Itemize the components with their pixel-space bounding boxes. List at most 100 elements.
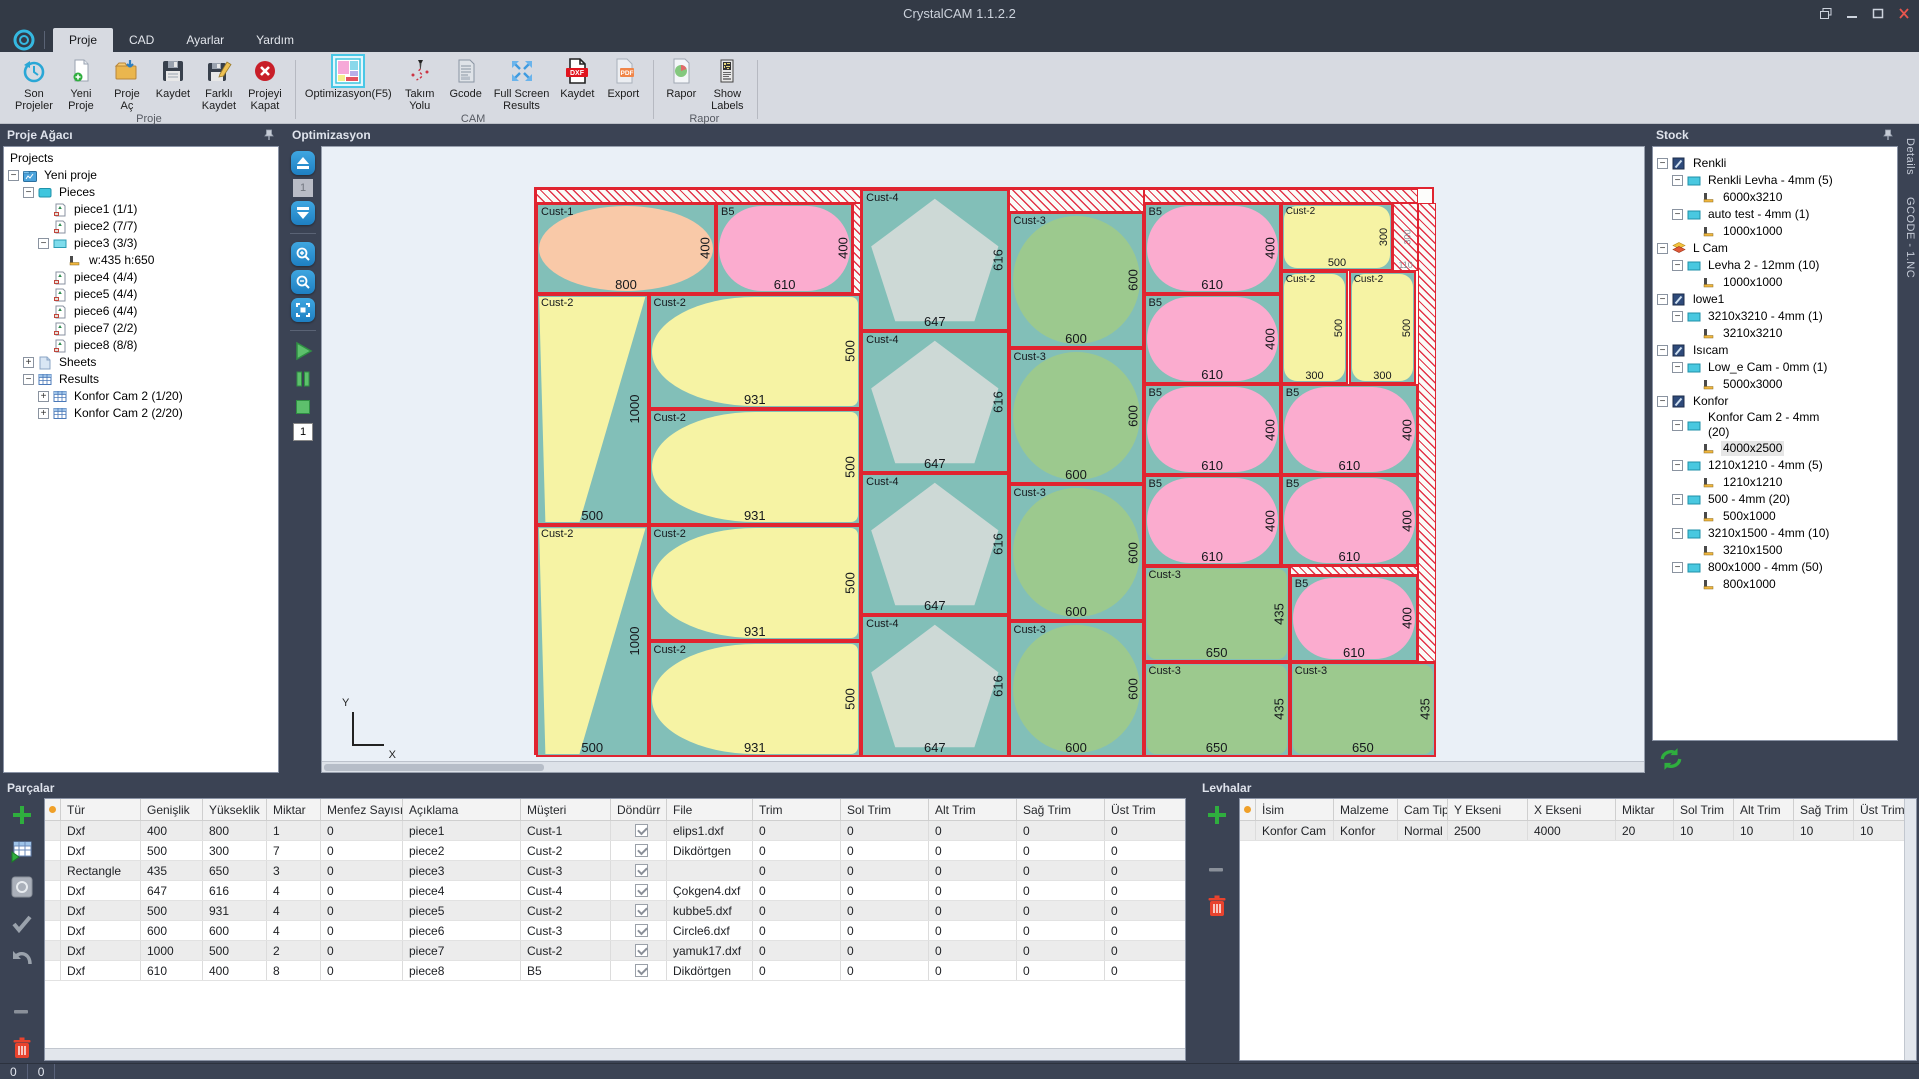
piece-b5[interactable]: B5610400 (1144, 203, 1281, 294)
rotate-checkbox[interactable] (635, 944, 648, 957)
column-header-müşteri[interactable]: Müşteri (521, 799, 611, 820)
stock-tree-item-800x1000[interactable]: 800x1000 (1653, 576, 1897, 593)
rotate-checkbox[interactable] (635, 844, 648, 857)
zoom-in-button[interactable] (291, 242, 315, 266)
undo-button[interactable] (10, 947, 34, 974)
column-header-trim[interactable]: Trim (753, 799, 841, 820)
ribbon-button-full-screen-results[interactable]: Full Screen Results (491, 55, 553, 113)
piece-cust-2[interactable]: Cust-2931500 (649, 409, 862, 525)
pin-icon[interactable] (1882, 129, 1894, 141)
stock-tree-item-3210x1500-4mm-10[interactable]: −3210x1500 - 4mm (10) (1653, 525, 1897, 542)
column-header-y-ekseni[interactable]: Y Ekseni (1448, 799, 1528, 820)
piece-cust-3[interactable]: Cust-3600600 (1009, 348, 1144, 484)
piece-b5[interactable]: B5610400 (1144, 384, 1281, 475)
column-header-sol-trim[interactable]: Sol Trim (1674, 799, 1734, 820)
expander-icon[interactable]: − (1672, 528, 1683, 539)
piece-b5[interactable]: B5610400 (716, 203, 853, 294)
stock-tree-item-lowe1[interactable]: −lowe1 (1653, 291, 1897, 308)
pause-button[interactable] (291, 367, 315, 391)
stock-tree-item-6000x3210[interactable]: 6000x3210 (1653, 189, 1897, 206)
pieces-table-row[interactable]: Rectangle43565030piece3Cust-300000 (45, 861, 1185, 881)
piece-cust-2[interactable]: Cust-25001000 (536, 525, 649, 757)
expander-icon[interactable]: − (38, 238, 49, 249)
expander-icon[interactable]: − (23, 374, 34, 385)
zoom-out-button[interactable] (291, 270, 315, 294)
project-tree-item-pieces[interactable]: −Pieces (4, 184, 278, 201)
rotate-checkbox[interactable] (635, 864, 648, 877)
stock-tree-item-konfor-cam-2-4mm-20[interactable]: −Konfor Cam 2 - 4mm (20) (1653, 410, 1897, 440)
restore-button[interactable] (1817, 6, 1835, 20)
project-tree-item-piece3-3-3[interactable]: −piece3 (3/3) (4, 235, 278, 252)
rotate-checkbox[interactable] (635, 884, 648, 897)
piece-cust-4[interactable]: Cust-4647616 (861, 615, 1008, 757)
ribbon-button-proje-aç[interactable]: Proje Aç (106, 55, 148, 113)
piece-cust-2[interactable]: Cust-2931500 (649, 641, 862, 757)
rotate-checkbox[interactable] (635, 964, 648, 977)
menu-tab-yardım[interactable]: Yardım (240, 28, 310, 52)
project-tree-item-piece4-4-4[interactable]: piece4 (4/4) (4, 269, 278, 286)
piece-cust-3[interactable]: Cust-3650435 (1290, 662, 1436, 757)
rotate-checkbox[interactable] (635, 824, 648, 837)
piece-cust-3[interactable]: Cust-3600600 (1009, 621, 1144, 757)
project-tree-item-sheets[interactable]: +Sheets (4, 354, 278, 371)
piece-cust-3[interactable]: Cust-3600600 (1009, 212, 1144, 348)
ribbon-button-takım-yolu[interactable]: Takım Yolu (399, 55, 441, 113)
column-header-genişlik[interactable]: Genişlik (141, 799, 203, 820)
ribbon-button-farklı-kaydet[interactable]: Farklı Kaydet (198, 55, 240, 113)
rotate-checkbox[interactable] (635, 924, 648, 937)
column-header-i-sim[interactable]: İsim (1256, 799, 1334, 820)
optimization-canvas[interactable]: 110300Cust-1800400B5610400Cust-25001000C… (321, 146, 1645, 773)
expander-icon[interactable]: − (1672, 260, 1683, 271)
pieces-table-row[interactable]: Dxf50093140piece5Cust-2kubbe5.dxf00000 (45, 901, 1185, 921)
stop-button[interactable] (291, 395, 315, 419)
app-logo-icon[interactable] (10, 28, 38, 52)
pieces-table-row[interactable]: Dxf100050020piece7Cust-2yamuk17.dxf00000 (45, 941, 1185, 961)
column-header-açıklama[interactable]: Açıklama (403, 799, 521, 820)
stock-tree-item-auto-test-4mm-1[interactable]: −auto test - 4mm (1) (1653, 206, 1897, 223)
close-button[interactable] (1895, 6, 1913, 20)
piece-cust-2[interactable]: Cust-2300500 (1281, 271, 1349, 385)
eject-down-button[interactable] (291, 201, 315, 225)
pin-icon[interactable] (263, 129, 275, 141)
stock-tree-item-5000x3000[interactable]: 5000x3000 (1653, 376, 1897, 393)
delete-button[interactable] (1205, 894, 1229, 921)
play-button[interactable] (291, 339, 315, 363)
column-header-sağ-trim[interactable]: Sağ Trim (1017, 799, 1105, 820)
column-header-üst-trim[interactable]: Üst Trim (1105, 799, 1186, 820)
rotate-checkbox[interactable] (635, 904, 648, 917)
stock-tree-item-low-e-cam-0mm-1[interactable]: −Low_e Cam - 0mm (1) (1653, 359, 1897, 376)
piece-cust-2[interactable]: Cust-25001000 (536, 294, 649, 526)
expander-icon[interactable]: − (1657, 243, 1668, 254)
piece-cust-2[interactable]: Cust-2931500 (649, 525, 862, 641)
ribbon-button-gcode[interactable]: Gcode (445, 55, 487, 101)
piece-b5[interactable]: B5610400 (1281, 384, 1418, 475)
column-header-yükseklik[interactable]: Yükseklik (203, 799, 267, 820)
stock-tree-item-800x1000-4mm-50[interactable]: −800x1000 - 4mm (50) (1653, 559, 1897, 576)
stock-tree-item-1210x1210-4mm-5[interactable]: −1210x1210 - 4mm (5) (1653, 457, 1897, 474)
piece-cust-2[interactable]: Cust-2300500 (1349, 271, 1417, 385)
piece-b5[interactable]: B5610400 (1281, 475, 1418, 566)
project-tree-item-piece1-1-1[interactable]: piece1 (1/1) (4, 201, 278, 218)
piece-cust-4[interactable]: Cust-4647616 (861, 473, 1008, 615)
fit-button[interactable] (291, 298, 315, 322)
ribbon-button-kaydet[interactable]: DXFKaydet (556, 55, 598, 101)
column-header-malzeme[interactable]: Malzeme (1334, 799, 1398, 820)
add-button[interactable] (1205, 803, 1229, 830)
column-header-sol-trim[interactable]: Sol Trim (841, 799, 929, 820)
stock-tree-item-1210x1210[interactable]: 1210x1210 (1653, 474, 1897, 491)
piece-cust-4[interactable]: Cust-4647616 (861, 189, 1008, 331)
stock-tree-item-3210x1500[interactable]: 3210x1500 (1653, 542, 1897, 559)
pieces-table-scrollbar[interactable] (45, 1048, 1185, 1060)
delete-button[interactable] (10, 1036, 34, 1063)
project-tree-item-konfor-cam-2-2-20[interactable]: +Konfor Cam 2 (2/20) (4, 405, 278, 422)
column-header-döndürr[interactable]: Döndürr (611, 799, 667, 820)
ribbon-button-rapor[interactable]: Rapor (660, 55, 702, 101)
pieces-table-row[interactable]: Dxf40080010piece1Cust-1elips1.dxf00000 (45, 821, 1185, 841)
pieces-table-row[interactable]: Dxf61040080piece8B5Dikdörtgen00000 (45, 961, 1185, 981)
pieces-table-row[interactable]: Dxf60060040piece6Cust-3Circle6.dxf00000 (45, 921, 1185, 941)
piece-b5[interactable]: B5610400 (1290, 575, 1418, 661)
pieces-table-row[interactable]: Dxf64761640piece4Cust-4Çokgen4.dxf00000 (45, 881, 1185, 901)
expander-icon[interactable]: − (1672, 175, 1683, 186)
stock-tree-item-l-cam[interactable]: −L Cam (1653, 240, 1897, 257)
apply-button[interactable] (10, 911, 34, 938)
